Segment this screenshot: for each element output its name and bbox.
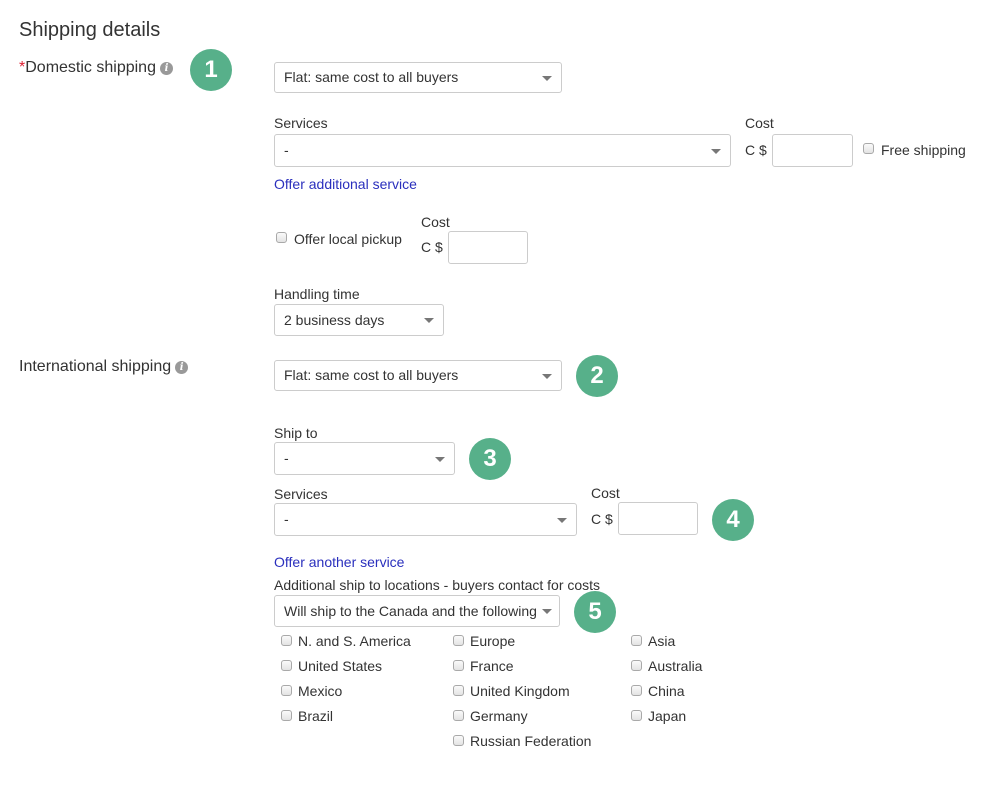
location-checkbox[interactable] — [631, 660, 642, 671]
international-shipping-type-select[interactable]: Flat: same cost to all buyers — [274, 360, 562, 391]
offer-another-service-link[interactable]: Offer another service — [274, 554, 404, 570]
domestic-services-label: Services — [274, 115, 328, 131]
location-label: N. and S. America — [298, 633, 411, 649]
chevron-down-icon — [424, 318, 434, 323]
location-checkbox[interactable] — [281, 710, 292, 721]
offer-additional-service-link[interactable]: Offer additional service — [274, 176, 417, 192]
ship-to-select[interactable]: - — [274, 442, 455, 475]
location-label: United States — [298, 658, 383, 674]
location-label: Brazil — [298, 708, 334, 724]
local-pickup-currency-label: C $ — [421, 239, 443, 255]
handling-time-select[interactable]: 2 business days — [274, 304, 444, 336]
location-label: Europe — [470, 633, 516, 649]
location-label: Japan — [648, 708, 687, 724]
local-pickup-label: Offer local pickup — [294, 231, 402, 247]
international-services-value: - — [284, 511, 289, 527]
chevron-down-icon — [435, 457, 445, 462]
domestic-services-select[interactable]: - — [274, 134, 731, 167]
domestic-shipping-label: *Domestic shipping i — [19, 59, 173, 77]
handling-time-label: Handling time — [274, 286, 360, 302]
domestic-shipping-type-select[interactable]: Flat: same cost to all buyers — [274, 62, 562, 93]
international-currency-label: C $ — [591, 511, 613, 527]
location-label: Russian Federation — [470, 733, 592, 749]
handling-time-value: 2 business days — [284, 312, 385, 328]
location-checkbox[interactable] — [281, 660, 292, 671]
location-label: United Kingdom — [470, 683, 570, 699]
ship-to-label: Ship to — [274, 425, 318, 441]
international-services-select[interactable]: - — [274, 503, 577, 536]
location-checkbox[interactable] — [453, 710, 464, 721]
international-shipping-type-value: Flat: same cost to all buyers — [284, 367, 459, 383]
international-cost-label: Cost — [591, 485, 620, 501]
international-shipping-text: International shipping — [19, 358, 172, 375]
domestic-shipping-text: Domestic shipping — [25, 59, 156, 76]
domestic-currency-label: C $ — [745, 142, 767, 158]
location-checkbox[interactable] — [281, 685, 292, 696]
domestic-shipping-type-value: Flat: same cost to all buyers — [284, 69, 459, 85]
location-label: Germany — [470, 708, 528, 724]
info-icon[interactable]: i — [159, 62, 173, 75]
page-title: Shipping details — [19, 19, 161, 41]
additional-locations-select[interactable]: Will ship to the Canada and the followin… — [274, 595, 560, 627]
location-checkbox[interactable] — [453, 660, 464, 671]
chevron-down-icon — [542, 609, 552, 614]
chevron-down-icon — [542, 76, 552, 81]
domestic-cost-label: Cost — [745, 115, 774, 131]
chevron-down-icon — [711, 149, 721, 154]
location-checkbox[interactable] — [453, 735, 464, 746]
step-badge-1: 1 — [190, 49, 232, 91]
location-checkbox[interactable] — [631, 685, 642, 696]
domestic-cost-input[interactable] — [772, 134, 853, 167]
step-badge-2: 2 — [576, 355, 618, 397]
international-services-label: Services — [274, 486, 328, 502]
additional-locations-label: Additional ship to locations - buyers co… — [274, 577, 601, 593]
step-badge-5: 5 — [574, 591, 616, 633]
free-shipping-label: Free shipping — [881, 142, 966, 158]
domestic-services-value: - — [284, 142, 289, 158]
location-checkbox[interactable] — [453, 685, 464, 696]
local-pickup-checkbox[interactable] — [276, 232, 287, 243]
location-checkbox[interactable] — [631, 635, 642, 646]
info-icon[interactable]: i — [175, 361, 189, 374]
location-label: Mexico — [298, 683, 343, 699]
international-cost-input[interactable] — [618, 502, 698, 535]
international-shipping-label: International shipping i — [19, 358, 189, 376]
chevron-down-icon — [542, 374, 552, 379]
location-checkbox[interactable] — [453, 635, 464, 646]
local-pickup-cost-label: Cost — [421, 214, 450, 230]
location-label: Asia — [648, 633, 676, 649]
chevron-down-icon — [557, 518, 567, 523]
location-label: China — [648, 683, 685, 699]
step-badge-4: 4 — [712, 499, 754, 541]
location-checkbox[interactable] — [631, 710, 642, 721]
additional-locations-value: Will ship to the Canada and the followin… — [284, 603, 537, 619]
location-checkbox[interactable] — [281, 635, 292, 646]
location-label: France — [470, 658, 514, 674]
local-pickup-cost-input[interactable] — [448, 231, 528, 264]
step-badge-3: 3 — [469, 438, 511, 480]
free-shipping-checkbox[interactable] — [863, 143, 874, 154]
location-label: Australia — [648, 658, 703, 674]
ship-to-value: - — [284, 450, 289, 466]
